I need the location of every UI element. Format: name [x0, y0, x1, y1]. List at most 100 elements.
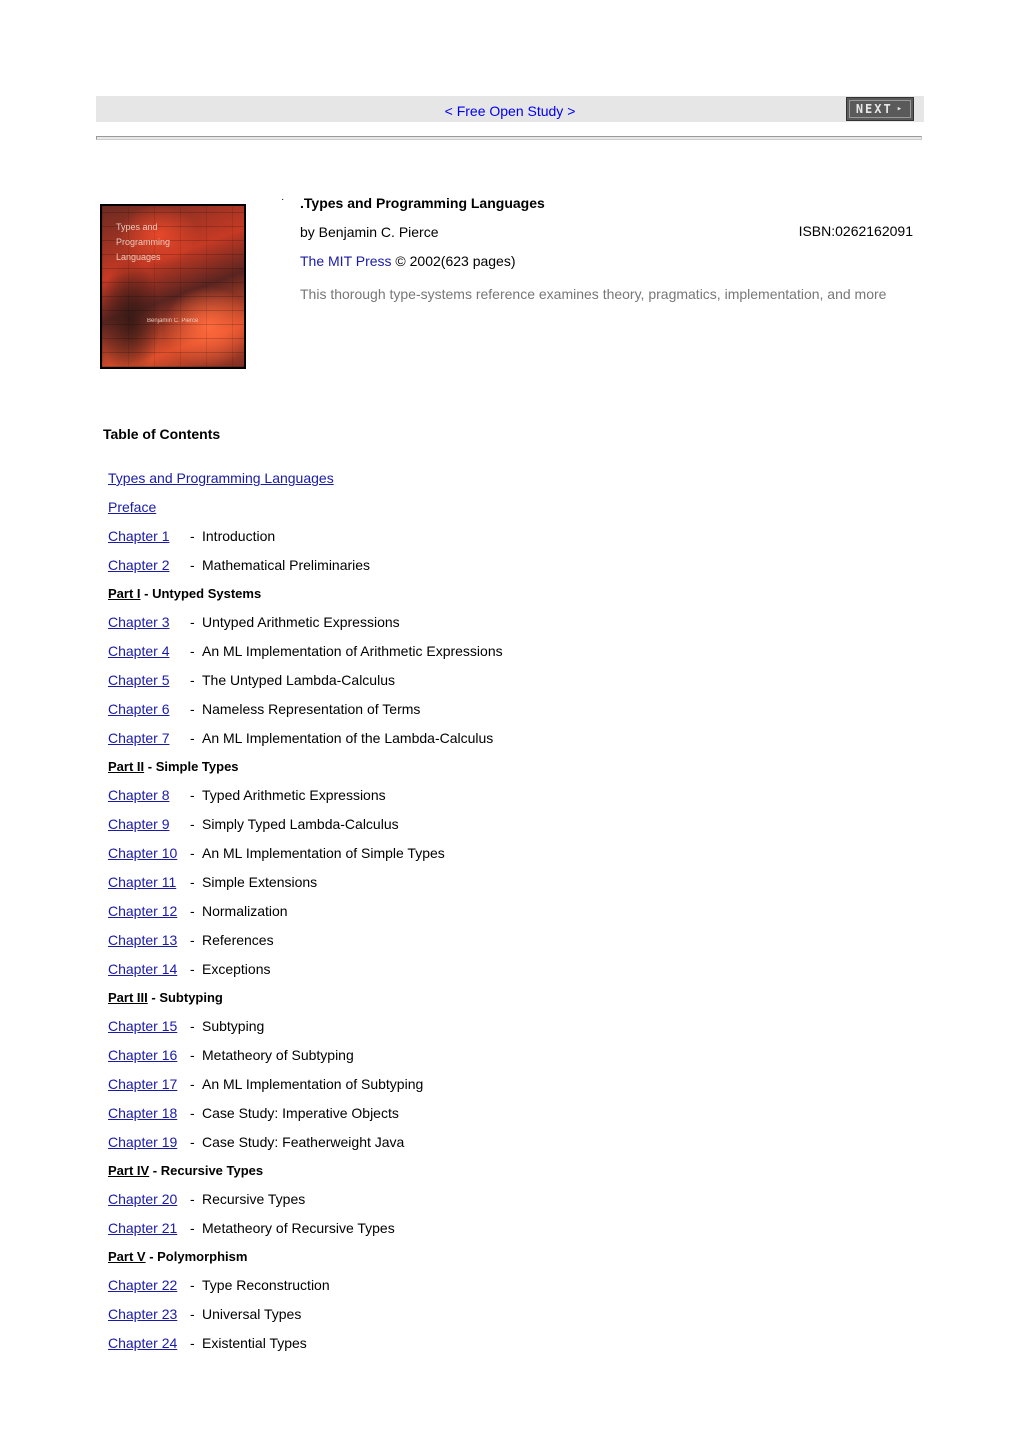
chapter-link[interactable]: Chapter 12 [108, 903, 177, 919]
toc-entry: Chapter 14- Exceptions [108, 961, 708, 990]
toc-entry: Chapter 13- References [108, 932, 708, 961]
chapter-separator: - [190, 1134, 195, 1150]
cover-title-line: Languages [116, 252, 161, 262]
chapter-title: An ML Implementation of Arithmetic Expre… [202, 643, 503, 659]
toc-link[interactable]: Preface [108, 499, 156, 515]
copyright-text: © 2002(623 pages) [391, 253, 516, 269]
chapter-link-cell: Chapter 24 [108, 1335, 190, 1352]
chapter-link[interactable]: Chapter 21 [108, 1220, 177, 1236]
chapter-separator: - [190, 961, 195, 977]
chapter-separator: - [190, 557, 195, 573]
part-title: Untyped Systems [152, 586, 262, 601]
toc-entry: Chapter 7 - An ML Implementation of the La… [108, 730, 708, 759]
chapter-link-cell: Chapter 21 [108, 1220, 190, 1237]
toc-heading: Table of Contents [103, 426, 221, 442]
toc-entry: Chapter 11- Simple Extensions [108, 874, 708, 903]
chapter-separator: - [190, 874, 195, 890]
chapter-link[interactable]: Chapter 14 [108, 961, 177, 977]
chapter-title: Metatheory of Subtyping [202, 1047, 354, 1063]
next-button[interactable]: NEXT ▸ [846, 97, 914, 121]
chapter-link[interactable]: Chapter 1 [108, 528, 169, 544]
chapter-separator: - [190, 1277, 195, 1293]
book-isbn: ISBN:0262162091 [798, 223, 913, 239]
chapter-title: Introduction [202, 528, 276, 544]
chapter-link[interactable]: Chapter 19 [108, 1134, 177, 1150]
chapter-link-cell: Chapter 10 [108, 845, 190, 862]
chapter-link[interactable]: Chapter 8 [108, 787, 169, 803]
chapter-separator: - [190, 903, 195, 919]
part-separator: - [149, 1163, 161, 1178]
chapter-link[interactable]: Chapter 24 [108, 1335, 177, 1351]
chapter-separator: - [190, 643, 195, 659]
toc-entry: Chapter 8 - Typed Arithmetic Expressions [108, 787, 708, 816]
chapter-link-cell: Chapter 9 [108, 816, 190, 833]
part-label[interactable]: Part V [108, 1249, 146, 1264]
chapter-link-cell: Chapter 8 [108, 787, 190, 804]
cover-title-line: Types and [116, 222, 158, 232]
toc-entry: Chapter 2 - Mathematical Preliminaries [108, 557, 708, 586]
part-separator: - [144, 759, 156, 774]
publisher-line: The MIT Press © 2002(623 pages) [300, 253, 516, 269]
chapter-link-cell: Chapter 1 [108, 528, 190, 545]
chapter-link-cell: Chapter 18 [108, 1105, 190, 1122]
chapter-link[interactable]: Chapter 16 [108, 1047, 177, 1063]
chapter-link-cell: Chapter 4 [108, 643, 190, 660]
toc-entry: Chapter 21- Metatheory of Recursive Types [108, 1220, 708, 1249]
chapter-link[interactable]: Chapter 13 [108, 932, 177, 948]
chapter-link[interactable]: Chapter 18 [108, 1105, 177, 1121]
chapter-link-cell: Chapter 2 [108, 557, 190, 574]
chapter-link-cell: Chapter 20 [108, 1191, 190, 1208]
publisher-link[interactable]: The MIT Press [300, 253, 392, 269]
toc-entry: Chapter 12- Normalization [108, 903, 708, 932]
chapter-link[interactable]: Chapter 20 [108, 1191, 177, 1207]
chapter-link-cell: Chapter 23 [108, 1306, 190, 1323]
part-label[interactable]: Part I [108, 586, 141, 601]
chapter-link[interactable]: Chapter 7 [108, 730, 169, 746]
toc-part-heading: Part II - Simple Types [108, 758, 708, 786]
part-label[interactable]: Part II [108, 759, 144, 774]
chapter-title: Case Study: Imperative Objects [202, 1105, 399, 1121]
cover-author: Benjamin C. Pierce [147, 318, 199, 324]
part-label[interactable]: Part III [108, 990, 148, 1005]
chapter-separator: - [190, 1220, 195, 1236]
chapter-separator: - [190, 528, 195, 544]
toc-entry: Chapter 16- Metatheory of Subtyping [108, 1047, 708, 1076]
chapter-link[interactable]: Chapter 22 [108, 1277, 177, 1293]
toc-entry: Chapter 22- Type Reconstruction [108, 1277, 708, 1306]
chapter-title: Exceptions [202, 961, 271, 977]
chapter-link[interactable]: Chapter 5 [108, 672, 169, 688]
toc-entry: Chapter 6 - Nameless Representation of Ter… [108, 701, 708, 730]
chapter-link[interactable]: Chapter 11 [108, 874, 176, 890]
toc-entry: Chapter 17- An ML Implementation of Subty… [108, 1076, 708, 1105]
next-button-label: NEXT [855, 102, 893, 116]
chapter-title: Type Reconstruction [202, 1277, 330, 1293]
part-title: Simple Types [155, 759, 239, 774]
chapter-separator: - [190, 845, 195, 861]
toc-link[interactable]: Types and Programming Languages [108, 470, 334, 486]
chapter-link[interactable]: Chapter 4 [108, 643, 169, 659]
book-title: .Types and Programming Languages [300, 195, 545, 211]
chapter-link-cell: Chapter 6 [108, 701, 190, 718]
chapter-separator: - [190, 614, 195, 630]
chapter-title: Case Study: Featherweight Java [202, 1134, 405, 1150]
part-label[interactable]: Part IV [108, 1163, 149, 1178]
chapter-link[interactable]: Chapter 3 [108, 614, 169, 630]
chapter-link[interactable]: Chapter 15 [108, 1018, 177, 1034]
chapter-title: Simply Typed Lambda-Calculus [202, 816, 399, 832]
toc-entry: Chapter 24- Existential Types [108, 1335, 708, 1364]
chapter-title: Existential Types [202, 1335, 307, 1351]
chapter-link[interactable]: Chapter 23 [108, 1306, 177, 1322]
toc-entry: Chapter 10- An ML Implementation of Simpl… [108, 845, 708, 874]
chapter-link[interactable]: Chapter 17 [108, 1076, 177, 1092]
toc-part-heading: Part V - Polymorphism [108, 1248, 708, 1276]
chapter-link[interactable]: Chapter 2 [108, 557, 169, 573]
chapter-link[interactable]: Chapter 9 [108, 816, 169, 832]
chapter-separator: - [190, 730, 195, 746]
toc-entry: Chapter 19- Case Study: Featherweight Jav… [108, 1134, 708, 1163]
part-title: Recursive Types [160, 1163, 264, 1178]
free-open-study-link[interactable]: < Free Open Study > [96, 103, 924, 119]
bullet-mark: · [281, 194, 285, 205]
chapter-link[interactable]: Chapter 10 [108, 845, 177, 861]
chapter-link-cell: Chapter 15 [108, 1018, 190, 1035]
chapter-link[interactable]: Chapter 6 [108, 701, 169, 717]
